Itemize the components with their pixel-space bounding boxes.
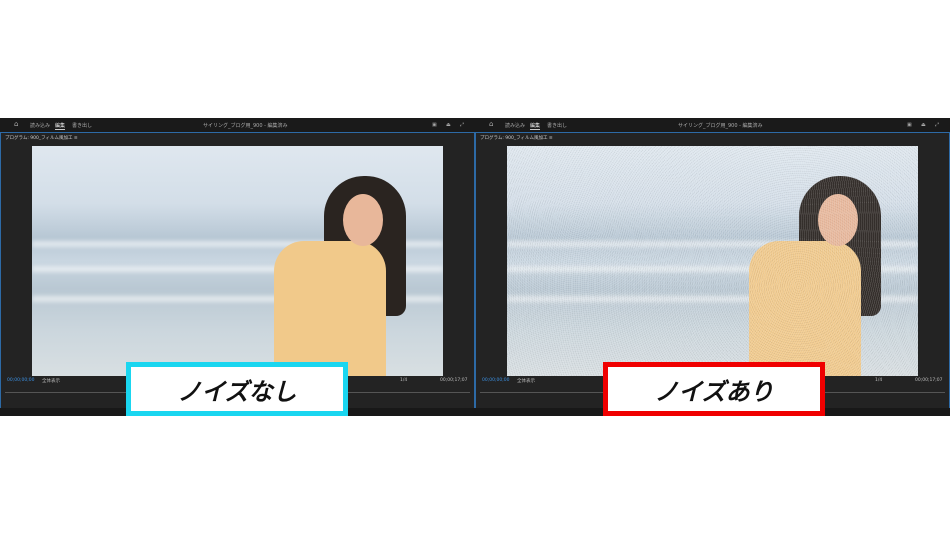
timecode-current[interactable]: 00;00;00;00 (482, 378, 509, 383)
resolution-dropdown[interactable]: 1/4 (400, 378, 407, 383)
resolution-dropdown[interactable]: 1/4 (875, 378, 882, 383)
share-icon[interactable]: ⏏ (446, 122, 451, 128)
timecode-duration: 00;00;17;07 (440, 378, 468, 383)
tab-edit[interactable]: 編集 (55, 122, 66, 130)
top-bar: ⌂ 読み込み 編集 書き出し サイリング_ブログ用_900 - 編集済み ▣ ⏏… (0, 118, 475, 132)
top-bar: ⌂ 読み込み 編集 書き出し サイリング_ブログ用_900 - 編集済み ▣ ⏏… (475, 118, 950, 132)
project-title: サイリング_ブログ用_900 - 編集済み (678, 123, 763, 129)
panel-icon[interactable]: ▣ (432, 122, 437, 128)
label-with-noise: ノイズあり (603, 362, 825, 416)
panel-icon[interactable]: ▣ (907, 122, 912, 128)
share-icon[interactable]: ⏏ (921, 122, 926, 128)
project-title: サイリング_ブログ用_900 - 編集済み (203, 123, 288, 129)
tab-import[interactable]: 読み込み (30, 122, 50, 129)
fullscreen-icon[interactable]: ⤢ (460, 122, 464, 128)
timecode-current[interactable]: 00;00;00;00 (7, 378, 34, 383)
timecode-duration: 00;00;17;07 (915, 378, 943, 383)
home-icon[interactable]: ⌂ (489, 120, 493, 128)
film-noise-overlay (507, 146, 918, 376)
tab-edit[interactable]: 編集 (530, 122, 541, 130)
label-no-noise: ノイズなし (126, 362, 348, 416)
video-frame-noisy (507, 146, 918, 376)
tab-export[interactable]: 書き出し (72, 122, 92, 129)
tab-import[interactable]: 読み込み (505, 122, 525, 129)
panel-name[interactable]: プログラム: 900_フィルム風加工 ≡ (480, 135, 553, 141)
panel-name[interactable]: プログラム: 900_フィルム風加工 ≡ (5, 135, 78, 141)
fullscreen-icon[interactable]: ⤢ (935, 122, 939, 128)
tab-export[interactable]: 書き出し (547, 122, 567, 129)
video-frame (32, 146, 443, 376)
fit-dropdown[interactable]: 全体表示 (42, 378, 60, 384)
fit-dropdown[interactable]: 全体表示 (517, 378, 535, 384)
home-icon[interactable]: ⌂ (14, 120, 18, 128)
